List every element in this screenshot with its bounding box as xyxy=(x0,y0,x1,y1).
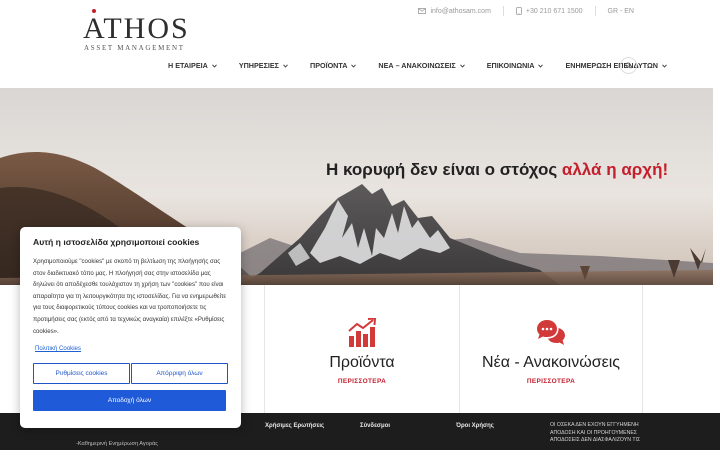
cookie-settings-button[interactable]: Ρυθμίσεις cookies xyxy=(33,363,130,385)
cookie-policy-link[interactable]: Πολιτική Cookies xyxy=(35,345,81,352)
bar-chart-growth-icon xyxy=(348,318,377,347)
footer-col-faq[interactable]: Χρήσιμες Ερωτήσεις xyxy=(265,423,324,429)
chevron-down-icon xyxy=(283,63,288,68)
nav-item-contact[interactable]: ΕΠΙΚΟΙΝΩΝΙΑ xyxy=(487,61,544,70)
card-more-link[interactable]: ΠΕΡΙΣΣΟΤΕΡΑ xyxy=(338,378,386,385)
cookie-button-row: Ρυθμίσεις cookies Απόρριψη όλων xyxy=(33,363,228,385)
phone-text: +30 210 671 1500 xyxy=(525,7,583,15)
card-more-link[interactable]: ΠΕΡΙΣΣΟΤΕΡΑ xyxy=(527,378,575,385)
search-icon xyxy=(625,62,632,69)
main-nav: Η ΕΤΑΙΡΕΙΑ ΥΠΗΡΕΣΙΕΣ ΠΡΟΪΟΝΤΑ ΝΕΑ – ΑΝΑΚ… xyxy=(168,61,689,70)
contact-topbar: info@athosam.com +30 210 671 1500 GR - E… xyxy=(418,6,634,16)
email-text: info@athosam.com xyxy=(430,7,491,15)
topbar-divider xyxy=(502,6,504,16)
topbar-email[interactable]: info@athosam.com xyxy=(418,7,491,15)
logo-tagline: ASSET MANAGEMENT xyxy=(84,44,185,52)
brand-logo[interactable]: ATHOS ASSET MANAGEMENT xyxy=(83,9,190,52)
nav-item-news[interactable]: ΝΕΑ – ΑΝΑΚΟΙΝΩΣΕΙΣ xyxy=(378,61,465,70)
hero-headline: Η κορυφή δεν είναι ο στόχος αλλά η αρχή! xyxy=(326,160,669,179)
cookie-reject-button[interactable]: Απόρριψη όλων xyxy=(131,363,228,385)
phone-icon xyxy=(516,7,522,15)
chevron-down-icon xyxy=(211,63,217,68)
cookie-description: Χρησιμοποιούμε "cookies" με σκοπό τη βελ… xyxy=(33,258,227,335)
card-products[interactable]: Προϊόντα ΠΕΡΙΣΣΟΤΕΡΑ xyxy=(265,285,460,413)
nav-item-company[interactable]: Η ΕΤΑΙΡΕΙΑ xyxy=(168,61,217,70)
cookie-accept-button[interactable]: Αποδοχή όλων xyxy=(33,390,226,412)
nav-item-investors[interactable]: ΕΝΗΜΕΡΩΣΗ ΕΠΕΝΔΥΤΩΝ xyxy=(565,61,667,70)
language-text: GR - EN xyxy=(607,7,634,15)
cookie-title: Αυτή η ιστοσελίδα χρησιμοποιεί cookies xyxy=(33,237,200,247)
chevron-down-icon xyxy=(459,63,465,68)
logo-wordmark: ATHOS xyxy=(83,9,190,44)
chevron-down-icon xyxy=(662,63,667,68)
topbar-divider xyxy=(594,6,596,16)
hero-headline-accent: αλλά η αρχή! xyxy=(561,160,669,179)
card-title: Νέα - Ανακοινώσεις xyxy=(482,354,620,371)
footer-link-daily-market[interactable]: -Καθημερινή Ενημέρωση Αγοράς xyxy=(76,441,158,447)
card-title: Προϊόντα xyxy=(329,354,395,371)
card-news[interactable]: Νέα - Ανακοινώσεις ΠΕΡΙΣΣΟΤΕΡΑ xyxy=(460,285,643,413)
search-button[interactable] xyxy=(620,57,637,74)
logo-dot xyxy=(92,9,96,13)
language-switcher[interactable]: GR - EN xyxy=(608,8,634,15)
nav-item-services[interactable]: ΥΠΗΡΕΣΙΕΣ xyxy=(239,61,288,70)
footer-disclaimer: ΟΙ ΟΣΕΚΑ ΔΕΝ ΕΧΟΥΝ ΕΓΓΥΗΜΕΝΗ ΑΠΟΔΟΣΗ ΚΑΙ… xyxy=(550,422,641,443)
footer-col-terms[interactable]: Όροι Χρήσης xyxy=(456,423,494,429)
nav-item-products[interactable]: ΠΡΟΪΟΝΤΑ xyxy=(310,61,357,70)
site-header: ATHOS ASSET MANAGEMENT info@athosam.com … xyxy=(0,0,720,88)
envelope-icon xyxy=(418,8,427,14)
chevron-down-icon xyxy=(351,63,357,68)
cookie-consent-dialog: Αυτή η ιστοσελίδα χρησιμοποιεί cookies Χ… xyxy=(20,227,241,428)
footer-col-links[interactable]: Σύνδεσμοι xyxy=(360,423,390,429)
chevron-down-icon xyxy=(538,63,544,68)
chat-bubbles-icon xyxy=(537,320,565,345)
topbar-phone[interactable]: +30 210 671 1500 xyxy=(516,7,583,15)
